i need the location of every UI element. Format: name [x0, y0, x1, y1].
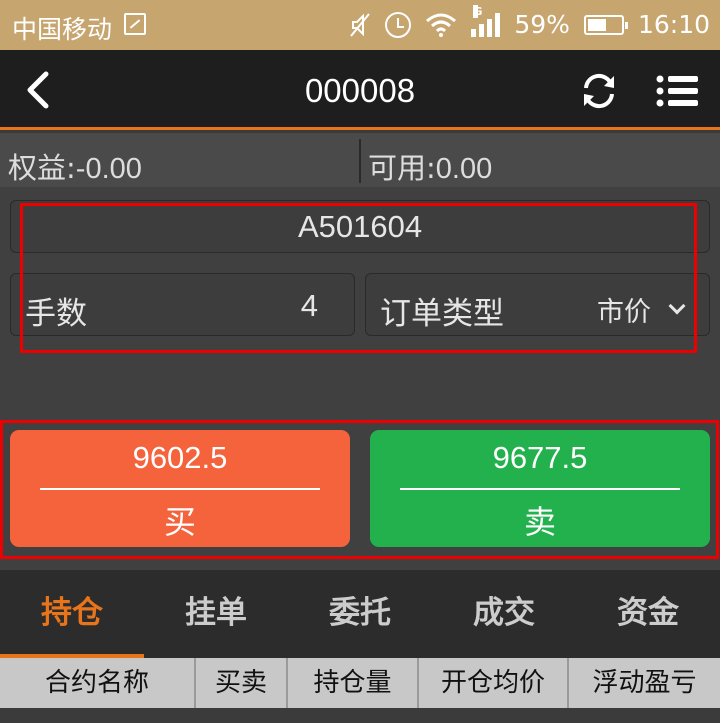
- positions-table-header: 合约名称 买卖 持仓量 开仓均价 浮动盈亏: [0, 658, 720, 708]
- equity: 权益:-0.00: [8, 145, 142, 187]
- chevron-down-icon: [668, 297, 686, 315]
- positions-table-body: [0, 708, 720, 723]
- divider: [400, 488, 680, 490]
- divider: [40, 488, 320, 490]
- alarm-icon: [385, 11, 412, 38]
- nav-bar: 000008: [0, 50, 720, 130]
- trade-panel: 9602.5 买 9677.5 卖: [0, 415, 720, 570]
- battery-icon: [583, 14, 628, 35]
- signal-icon: G: [471, 4, 501, 37]
- column-header: 买卖: [196, 658, 288, 708]
- column-header: 持仓量: [288, 658, 419, 708]
- sim-card-icon: [124, 13, 146, 35]
- contract-field[interactable]: A501604: [10, 200, 710, 253]
- available-funds: 可用:0.00: [368, 145, 492, 187]
- tab-bar: 持仓 挂单 委托 成交 资金: [0, 570, 720, 658]
- lots-field[interactable]: 手数 4: [10, 273, 355, 336]
- sell-price: 9677.5: [492, 440, 588, 475]
- buy-button[interactable]: 9602.5 买: [10, 430, 350, 547]
- order-form: A501604 手数 4 订单类型 市价: [0, 187, 720, 415]
- tab-positions[interactable]: 持仓: [0, 570, 144, 658]
- divider: [359, 139, 361, 183]
- status-icons: G 59% 16:10: [349, 4, 710, 39]
- carrier-name: 中国移动: [12, 15, 113, 44]
- buy-price: 9602.5: [132, 440, 228, 475]
- equity-label: 权益:: [8, 151, 76, 185]
- account-summary: 权益:-0.00 可用:0.00: [0, 133, 720, 187]
- tab-trades[interactable]: 成交: [432, 570, 576, 658]
- mute-icon: [350, 12, 371, 37]
- menu-list-icon[interactable]: [656, 74, 700, 108]
- lots-input[interactable]: 4: [301, 288, 318, 324]
- order-type-value: 市价: [597, 297, 651, 327]
- refresh-icon[interactable]: [578, 70, 620, 112]
- tab-pending-orders[interactable]: 挂单: [144, 570, 288, 658]
- equity-value: -0.00: [75, 153, 142, 185]
- sell-label: 卖: [523, 503, 556, 541]
- network-type: G: [473, 4, 483, 18]
- column-header: 浮动盈亏: [592, 668, 697, 698]
- column-header: 开仓均价: [419, 658, 569, 708]
- buy-label: 买: [163, 503, 196, 541]
- order-type-label: 订单类型: [380, 296, 504, 332]
- sell-button[interactable]: 9677.5 卖: [370, 430, 710, 547]
- available-value: 0.00: [435, 153, 493, 185]
- tab-funds[interactable]: 资金: [576, 570, 720, 658]
- available-label: 可用:: [368, 151, 436, 185]
- status-bar: 中国移动 G 59% 16:10: [0, 0, 720, 50]
- column-header: 合约名称: [0, 658, 196, 708]
- clock: 16:10: [637, 10, 710, 39]
- battery-percent: 59%: [514, 10, 570, 39]
- lots-label: 手数: [25, 296, 87, 332]
- order-type-select[interactable]: 订单类型 市价: [365, 273, 710, 336]
- tab-orders[interactable]: 委托: [288, 570, 432, 658]
- wifi-icon: [426, 13, 457, 37]
